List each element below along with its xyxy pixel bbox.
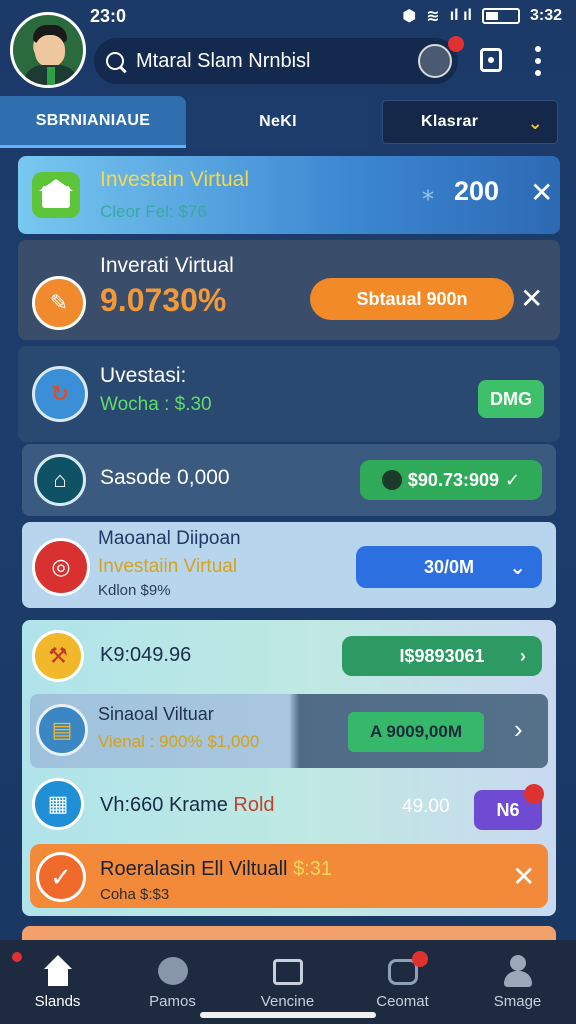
target-icon: ◎: [32, 538, 90, 596]
bank-icon: ⌂: [34, 454, 86, 506]
tab-bar: SBRNIANIAUE NeKI Klasrar ⌄: [0, 96, 576, 148]
dmg-button[interactable]: DMG: [478, 380, 544, 418]
card-title: Roeralasin Ell Viltuall $:31: [100, 858, 332, 880]
clipboard-icon[interactable]: [480, 48, 502, 72]
card-title: K9:049.96: [100, 644, 192, 666]
top-bar: 23:0 ⬢ ≋ ıl ıl 3:32 Mtaral Slam Nrnbisl: [0, 0, 576, 96]
amount-button[interactable]: $90.73:909 ✓: [360, 460, 542, 500]
card-sub: Cleor Fel: $76: [100, 202, 207, 221]
chevron-down-icon: ⌄: [509, 556, 526, 579]
battery-icon: [481, 8, 520, 24]
card-investain[interactable]: Investain Virtual Cleor Fel: $76 ⁎ 200 ✕: [18, 156, 560, 234]
card-sub: Vienal : 900% $1,000: [98, 732, 260, 751]
card-title: Sasode 0,000: [100, 466, 230, 489]
close-icon[interactable]: ✕: [530, 176, 553, 209]
card-maoanal[interactable]: ◎ Maoanal Diipoan Investaiin Virtual Kdl…: [22, 522, 556, 608]
card-title: Uvestasi:: [100, 364, 187, 387]
card-sasode[interactable]: ⌂ Sasode 0,000 $90.73:909 ✓: [22, 444, 556, 516]
chat-icon: [156, 955, 190, 987]
card-value: 49.00: [402, 796, 450, 817]
card-title: Sinaoal Viltuar: [98, 704, 214, 724]
card-sinaoal[interactable]: ▤ Sinaoal Viltuar Vienal : 900% $1,000 A…: [30, 694, 548, 768]
tab-2[interactable]: NeKI: [188, 96, 368, 148]
search-bar[interactable]: Mtaral Slam Nrnbisl: [94, 38, 458, 84]
status-icons: ⬢ ≋ ıl ıl 3:32: [402, 6, 562, 26]
sparkle-icon: ⁎: [422, 179, 434, 206]
status-bar: 23:0 ⬢ ≋ ıl ıl 3:32: [0, 0, 576, 32]
ledger-icon: ▦: [32, 778, 84, 830]
alert-badge: [524, 784, 544, 804]
status-time: 23:0: [90, 5, 127, 26]
hammer-icon: ⚒: [32, 630, 84, 682]
avatar[interactable]: [10, 12, 86, 88]
user-icon: [501, 955, 535, 987]
rocket-icon: ✎: [32, 276, 86, 330]
card-roeralasin[interactable]: ✓ Roeralasin Ell Viltuall $:31 Coha $:$3…: [30, 844, 548, 908]
bell-icon[interactable]: [418, 44, 452, 78]
card-sub: Investaiin Virtual: [98, 556, 238, 577]
amount-button[interactable]: A 9009,00M: [348, 712, 484, 752]
tab-1[interactable]: SBRNIANIAUE: [0, 96, 186, 148]
card-value: 200: [454, 176, 500, 206]
home-icon: [41, 955, 75, 987]
signal-icon: ıl ıl: [449, 7, 472, 24]
nav-dot: [12, 952, 22, 962]
chevron-right-icon: ›: [520, 645, 526, 666]
coin-icon: [381, 470, 402, 490]
dropdown-button[interactable]: 30/0M ⌄: [356, 546, 542, 588]
card-title: Maoanal Diipoan: [98, 528, 241, 549]
card-sub: Wocha : $.30: [100, 394, 212, 415]
card-percent: 9.0730%: [100, 282, 227, 318]
tab-3[interactable]: Klasrar ⌄: [382, 100, 558, 144]
card-inverati[interactable]: ✎ Inverati Virtual 9.0730% Sbtaual 900n …: [18, 240, 560, 340]
card-uvestasi[interactable]: ↻ Uvestasi: Wocha : $.30 DMG: [18, 346, 560, 442]
wifi-icon: ≋: [426, 8, 440, 25]
status-right-time: 3:32: [529, 7, 562, 24]
check-icon: ✓: [505, 469, 521, 490]
card-k9[interactable]: ⚒ K9:049.96 I$9893061 ›: [22, 620, 556, 690]
close-icon[interactable]: ✕: [520, 282, 543, 315]
card-title: Investain Virtual: [100, 168, 250, 191]
card-sub2: Kdlon $9%: [98, 582, 171, 599]
more-options-icon[interactable]: [534, 46, 542, 76]
notification-badge: [448, 36, 464, 52]
check-circle-icon: ✓: [36, 852, 86, 902]
notification-icon: ⬢: [402, 8, 417, 25]
chevron-right-icon[interactable]: ›: [514, 714, 523, 745]
house-icon: [32, 172, 80, 218]
document-icon: ▤: [36, 704, 88, 756]
chart-icon: ↻: [32, 366, 88, 422]
card-next-edge: [22, 926, 556, 940]
amount-button[interactable]: I$9893061 ›: [342, 636, 542, 676]
close-icon[interactable]: ✕: [512, 860, 535, 893]
home-indicator: [200, 1012, 376, 1018]
card-title: Inverati Virtual: [100, 254, 234, 277]
card-krame[interactable]: ▦ Vh:660 Krame Rold 49.00 N6: [22, 772, 556, 838]
action-button[interactable]: Sbtaual 900n: [310, 278, 514, 320]
message-icon: [386, 951, 428, 987]
wallet-icon: [271, 955, 305, 987]
card-sub: Coha $:$3: [100, 886, 170, 903]
search-icon: [106, 52, 124, 70]
card-title: Vh:660 Krame Rold: [100, 794, 275, 816]
search-text: Mtaral Slam Nrnbisl: [136, 49, 311, 72]
chevron-down-icon: ⌄: [527, 113, 543, 133]
nav-item-5[interactable]: Smage: [460, 940, 575, 1024]
